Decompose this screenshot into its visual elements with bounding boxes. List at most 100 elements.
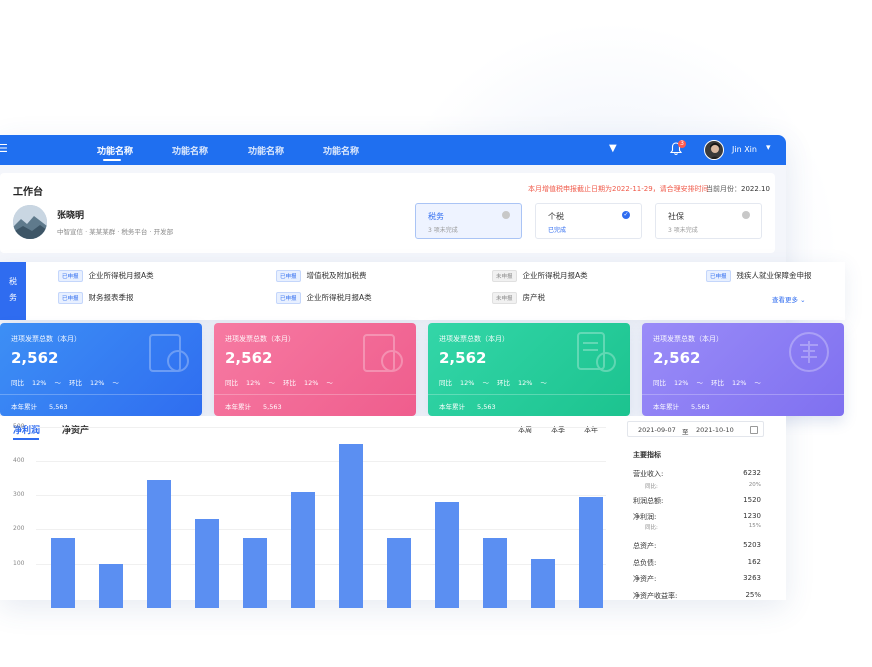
user-name[interactable]: Jin Xin — [732, 145, 757, 154]
stat-title: 进项发票总数（本月） — [653, 335, 723, 343]
user-menu-chevron-icon[interactable]: ▾ — [766, 143, 771, 153]
metric-value: 20% — [748, 482, 761, 488]
y-tick-label: 300 — [13, 491, 25, 499]
pending-icon — [742, 211, 750, 219]
metric-row: 同比: 20% — [633, 482, 761, 490]
metrics-title: 主要指标 — [633, 451, 661, 459]
chart-bar[interactable] — [483, 537, 507, 608]
check-icon: ✓ — [622, 211, 630, 219]
chart-bar[interactable] — [51, 537, 75, 608]
receipt-icon — [149, 334, 189, 372]
metric-value: 15% — [748, 523, 761, 529]
user-avatar[interactable] — [704, 140, 724, 160]
y-tick-label: 200 — [13, 525, 25, 533]
tax-filing-item[interactable]: 未申报 房产税 — [492, 292, 545, 304]
chart-bar[interactable] — [99, 563, 123, 608]
stat-divider — [214, 394, 416, 395]
pending-icon — [502, 211, 510, 219]
tax-card-sub: 3 项未完成 — [428, 227, 458, 234]
stat-footer: 本年累计 5,563 — [225, 403, 282, 411]
profile-name: 张晓明 — [57, 211, 85, 221]
stat-compare: 同比 12% 〜环比 12% 〜 — [653, 379, 761, 387]
gridline — [36, 529, 606, 531]
stat-title: 进项发票总数（本月） — [225, 335, 295, 343]
tax-card-title: 社保 — [668, 212, 684, 221]
stat-card-4[interactable]: 进项发票总数（本月） 2,562 同比 12% 〜环比 12% 〜 本年累计 5,563 — [642, 323, 844, 416]
tax-filing-item[interactable]: 已申报 增值税及附加税费 — [276, 270, 367, 282]
metric-row: 净利润: 1230 — [633, 512, 761, 522]
tax-strip-tag: 税务 — [0, 262, 26, 320]
metric-row: 同比: 15% — [633, 523, 761, 531]
tax-filing-item[interactable]: 已申报 残疾人就业保障金申报 — [706, 270, 812, 282]
calendar-icon[interactable] — [750, 426, 758, 434]
stat-compare: 同比 12% 〜环比 12% 〜 — [11, 379, 119, 387]
tax-card-tax[interactable]: 税务 3 项未完成 — [415, 203, 522, 239]
tax-filing-item[interactable]: 未申报 企业所得税月报A类 — [492, 270, 588, 282]
current-period: 当前月份：2022.10 — [706, 185, 770, 193]
stat-compare: 同比 12% 〜环比 12% 〜 — [439, 379, 547, 387]
nav-item-1[interactable]: 功能名称 — [97, 144, 133, 157]
nav-item-3[interactable]: 功能名称 — [248, 144, 284, 157]
date-from[interactable]: 2021-09-07 — [638, 426, 676, 434]
chart-bar[interactable] — [387, 537, 411, 608]
tax-card-social[interactable]: 社保 3 项未完成 — [655, 203, 762, 239]
chart-bar[interactable] — [243, 537, 267, 608]
stat-title: 进项发票总数（本月） — [439, 335, 509, 343]
metric-label: 营业收入: — [633, 470, 664, 478]
metric-label: 利润总额: — [633, 497, 664, 505]
chart-bar[interactable] — [339, 443, 363, 608]
chart-bar[interactable] — [195, 519, 219, 608]
view-more-link[interactable]: 查看更多 ⌄ — [772, 294, 806, 304]
chart-bar[interactable] — [147, 479, 171, 608]
metric-row: 营业收入: 6232 — [633, 469, 761, 479]
stat-card-3[interactable]: 进项发票总数（本月） 2,562 同比 12% 〜环比 12% 〜 本年累计 5,563 — [428, 323, 630, 416]
tab-active-indicator — [13, 438, 39, 440]
workspace-title: 工作台 — [13, 187, 43, 198]
notification-badge: 3 — [678, 140, 686, 148]
metric-value: 1520 — [743, 496, 761, 504]
metric-row: 净资产收益率: 25% — [633, 591, 761, 601]
stat-title: 进项发票总数（本月） — [11, 335, 81, 343]
tax-filing-strip: 税务 已申报 企业所得税月报A类 已申报 增值税及附加税费 未申报 企业所得税月报A类… — [0, 262, 845, 320]
date-to[interactable]: 2021-10-10 — [696, 426, 734, 434]
menu-icon[interactable]: ☰ — [0, 142, 8, 155]
document-icon — [577, 332, 616, 372]
stat-value: 2,562 — [439, 349, 487, 367]
y-tick-label: 500 — [13, 422, 25, 430]
increase-icon — [789, 332, 829, 372]
stat-value: 2,562 — [653, 349, 701, 367]
tax-filing-item[interactable]: 已申报 财务报表季报 — [58, 292, 134, 304]
metric-value: 3263 — [743, 574, 761, 582]
top-nav-bar: ☰ 功能名称 功能名称 功能名称 功能名称 ▼ 3 Jin Xin ▾ — [0, 135, 786, 165]
stat-card-1[interactable]: 进项发票总数（本月） 2,562 同比 12% 〜环比 12% 〜 本年累计 5,563 — [0, 323, 202, 416]
chart-bar[interactable] — [531, 558, 555, 608]
stat-card-2[interactable]: 进项发票总数（本月） 2,562 同比 12% 〜环比 12% 〜 本年累计 5,563 — [214, 323, 416, 416]
y-tick-label: 400 — [13, 456, 25, 464]
metric-row: 总资产: 5203 — [633, 541, 761, 551]
chart-panel: 净利润 净资产 本周 本季 本年 2021-09-07 至 2021-10-10… — [0, 416, 786, 608]
metric-row: 总负债: 162 — [633, 558, 761, 568]
dropdown-triangle-icon[interactable]: ▼ — [609, 143, 617, 154]
metric-label: 净利润: — [633, 513, 657, 521]
nav-item-4[interactable]: 功能名称 — [323, 144, 359, 157]
chart-bar[interactable] — [579, 496, 603, 608]
tax-card-title: 税务 — [428, 212, 444, 221]
stat-footer: 本年累计 5,563 — [439, 403, 496, 411]
stat-compare: 同比 12% 〜环比 12% 〜 — [225, 379, 333, 387]
date-range-picker[interactable]: 2021-09-07 至 2021-10-10 — [627, 421, 764, 437]
tax-filing-item[interactable]: 已申报 企业所得税月报A类 — [276, 292, 372, 304]
metric-value: 162 — [747, 558, 761, 566]
stat-divider — [642, 394, 844, 395]
tax-filing-item[interactable]: 已申报 企业所得税月报A类 — [58, 270, 154, 282]
gridline — [36, 460, 606, 462]
nav-item-2[interactable]: 功能名称 — [172, 144, 208, 157]
deadline-notice: 本月增值税申报截止日期为2022-11-29，请合理安排时间 — [528, 185, 709, 193]
chart-bar[interactable] — [435, 501, 459, 608]
tax-card-personal[interactable]: 个税 已完成 ✓ — [535, 203, 642, 239]
tab-net-assets[interactable]: 净资产 — [62, 423, 89, 436]
tax-card-sub: 已完成 — [548, 227, 567, 234]
stat-divider — [0, 394, 202, 395]
stat-footer: 本年累计 5,563 — [653, 403, 710, 411]
stat-divider — [428, 394, 630, 395]
chart-bar[interactable] — [291, 491, 315, 608]
